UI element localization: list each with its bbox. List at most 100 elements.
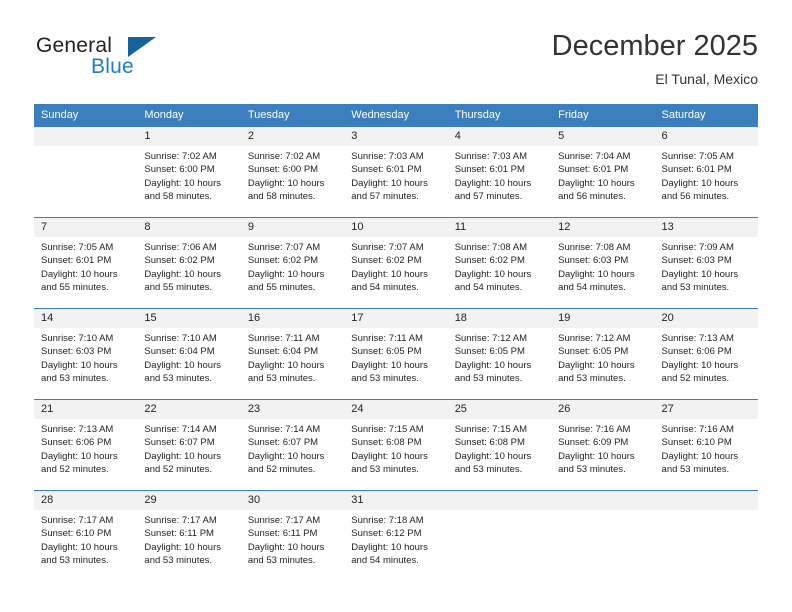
day-cell[interactable]: 16 Sunrise: 7:11 AM Sunset: 6:04 PM Dayl… [240,308,345,400]
day-cell[interactable]: 27 Sunrise: 7:16 AM Sunset: 6:10 PM Dayl… [654,399,758,491]
daylight-text-line2: and 53 minutes. [661,281,730,293]
day-info: Sunrise: 7:16 AM Sunset: 6:09 PM Dayligh… [551,419,654,476]
day-info: Sunrise: 7:02 AM Sunset: 6:00 PM Dayligh… [137,146,240,203]
day-cell[interactable]: 10 Sunrise: 7:07 AM Sunset: 6:02 PM Dayl… [344,217,448,309]
day-cell[interactable]: 11 Sunrise: 7:08 AM Sunset: 6:02 PM Dayl… [447,217,552,309]
day-cell[interactable]: 15 Sunrise: 7:10 AM Sunset: 6:04 PM Dayl… [137,308,241,400]
daylight-text-line2: and 54 minutes. [454,281,523,293]
day-cell[interactable]: 17 Sunrise: 7:11 AM Sunset: 6:05 PM Dayl… [344,308,448,400]
sunset-text: Sunset: 6:04 PM [247,346,319,358]
day-cell[interactable]: 3 Sunrise: 7:03 AM Sunset: 6:01 PM Dayli… [344,127,448,218]
sunrise-text: Sunrise: 7:14 AM [144,424,217,435]
day-cell[interactable]: 24 Sunrise: 7:15 AM Sunset: 6:08 PM Dayl… [344,399,448,491]
day-cell[interactable]: 8 Sunrise: 7:06 AM Sunset: 6:02 PM Dayli… [137,217,241,309]
day-cell[interactable]: 5 Sunrise: 7:04 AM Sunset: 6:01 PM Dayli… [551,127,655,218]
day-cell[interactable]: 21 Sunrise: 7:13 AM Sunset: 6:06 PM Dayl… [34,399,138,491]
sunset-text: Sunset: 6:07 PM [247,437,319,449]
day-cell[interactable]: 13 Sunrise: 7:09 AM Sunset: 6:03 PM Dayl… [654,217,758,309]
day-cell[interactable]: 12 Sunrise: 7:08 AM Sunset: 6:03 PM Dayl… [551,217,655,309]
day-info: Sunrise: 7:15 AM Sunset: 6:08 PM Dayligh… [344,419,447,476]
day-info: Sunrise: 7:17 AM Sunset: 6:11 PM Dayligh… [137,510,240,567]
daylight-text-line2: and 53 minutes. [558,372,626,384]
weekday-header-thursday: Thursday [447,104,552,127]
day-cell[interactable]: 22 Sunrise: 7:14 AM Sunset: 6:07 PM Dayl… [137,399,241,491]
day-cell[interactable]: 18 Sunrise: 7:12 AM Sunset: 6:05 PM Dayl… [447,308,552,400]
sunset-text: Sunset: 6:11 PM [144,528,214,540]
day-info: Sunrise: 7:05 AM Sunset: 6:01 PM Dayligh… [655,146,758,203]
day-info: Sunrise: 7:04 AM Sunset: 6:01 PM Dayligh… [551,146,654,203]
day-cell[interactable]: 20 Sunrise: 7:13 AM Sunset: 6:06 PM Dayl… [654,308,758,400]
day-cell[interactable]: 6 Sunrise: 7:05 AM Sunset: 6:01 PM Dayli… [654,127,758,218]
day-cell[interactable]: 4 Sunrise: 7:03 AM Sunset: 6:01 PM Dayli… [447,127,552,218]
day-cell[interactable]: 30 Sunrise: 7:17 AM Sunset: 6:11 PM Dayl… [240,490,345,581]
sunrise-text: Sunrise: 7:17 AM [247,515,321,526]
daylight-text-line1: Daylight: 10 hours [247,541,325,553]
day-number: 26 [551,400,655,419]
generalblue-logo[interactable]: General Blue [36,34,216,84]
daylight-text-line1: Daylight: 10 hours [351,268,428,280]
daylight-text-line1: Daylight: 10 hours [41,268,118,280]
sunset-text: Sunset: 6:02 PM [454,255,525,267]
week-row: 28 Sunrise: 7:17 AM Sunset: 6:10 PM Dayl… [34,490,758,581]
page-header: General Blue December 2025 El Tunal, Mex… [0,0,792,104]
daylight-text-line1: Daylight: 10 hours [661,359,739,371]
daylight-text-line1: Daylight: 10 hours [247,450,325,462]
day-number: 5 [551,127,655,146]
week-row: 21 Sunrise: 7:13 AM Sunset: 6:06 PM Dayl… [34,399,758,491]
daylight-text-line2: and 53 minutes. [247,372,316,384]
day-info: Sunrise: 7:17 AM Sunset: 6:10 PM Dayligh… [34,510,137,567]
day-number: 20 [654,309,758,328]
day-number: 14 [34,309,138,328]
sunset-text: Sunset: 6:12 PM [351,528,422,540]
daylight-text-line2: and 53 minutes. [351,372,419,384]
day-number: 28 [34,491,138,510]
sunset-text: Sunset: 6:10 PM [41,528,112,540]
sunset-text: Sunset: 6:01 PM [558,164,629,176]
day-cell[interactable]: 29 Sunrise: 7:17 AM Sunset: 6:11 PM Dayl… [137,490,241,581]
day-number: 23 [240,400,345,419]
sunset-text: Sunset: 6:08 PM [351,437,422,449]
day-number: 4 [447,127,552,146]
day-info: Sunrise: 7:14 AM Sunset: 6:07 PM Dayligh… [137,419,240,476]
day-info: Sunrise: 7:07 AM Sunset: 6:02 PM Dayligh… [241,237,344,294]
day-number [654,491,758,510]
daylight-text-line2: and 56 minutes. [661,190,730,202]
sunrise-text: Sunrise: 7:06 AM [144,242,217,253]
daylight-text-line1: Daylight: 10 hours [454,177,532,189]
day-cell[interactable]: 28 Sunrise: 7:17 AM Sunset: 6:10 PM Dayl… [34,490,138,581]
day-number: 6 [654,127,758,146]
day-cell[interactable]: 2 Sunrise: 7:02 AM Sunset: 6:00 PM Dayli… [240,127,345,218]
day-cell[interactable]: 23 Sunrise: 7:14 AM Sunset: 6:07 PM Dayl… [240,399,345,491]
daylight-text-line1: Daylight: 10 hours [247,268,325,280]
day-number: 31 [344,491,448,510]
day-number: 29 [137,491,241,510]
sunset-text: Sunset: 6:05 PM [454,346,525,358]
day-cell[interactable]: 19 Sunrise: 7:12 AM Sunset: 6:05 PM Dayl… [551,308,655,400]
sunrise-text: Sunrise: 7:12 AM [558,333,631,344]
sunset-text: Sunset: 6:08 PM [454,437,525,449]
day-info: Sunrise: 7:15 AM Sunset: 6:08 PM Dayligh… [448,419,551,476]
daylight-text-line2: and 52 minutes. [144,463,213,475]
day-cell[interactable]: 26 Sunrise: 7:16 AM Sunset: 6:09 PM Dayl… [551,399,655,491]
day-number: 15 [137,309,241,328]
weekday-header-sunday: Sunday [34,104,138,127]
day-cell[interactable]: 9 Sunrise: 7:07 AM Sunset: 6:02 PM Dayli… [240,217,345,309]
daylight-text-line1: Daylight: 10 hours [351,359,428,371]
day-number: 17 [344,309,448,328]
day-cell[interactable]: 25 Sunrise: 7:15 AM Sunset: 6:08 PM Dayl… [447,399,552,491]
sunrise-text: Sunrise: 7:16 AM [558,424,631,435]
day-cell[interactable]: 7 Sunrise: 7:05 AM Sunset: 6:01 PM Dayli… [34,217,138,309]
day-cell[interactable]: 31 Sunrise: 7:18 AM Sunset: 6:12 PM Dayl… [344,490,448,581]
sunset-text: Sunset: 6:05 PM [351,346,422,358]
sunrise-text: Sunrise: 7:15 AM [351,424,424,435]
day-cell[interactable]: 1 Sunrise: 7:02 AM Sunset: 6:00 PM Dayli… [137,127,241,218]
day-number: 10 [344,218,448,237]
day-number: 3 [344,127,448,146]
day-number: 16 [240,309,345,328]
week-row: 1 Sunrise: 7:02 AM Sunset: 6:00 PM Dayli… [34,127,758,218]
daylight-text-line1: Daylight: 10 hours [247,359,325,371]
daylight-text-line2: and 55 minutes. [41,281,109,293]
sunrise-text: Sunrise: 7:11 AM [351,333,423,344]
daylight-text-line1: Daylight: 10 hours [558,268,635,280]
day-cell[interactable]: 14 Sunrise: 7:10 AM Sunset: 6:03 PM Dayl… [34,308,138,400]
